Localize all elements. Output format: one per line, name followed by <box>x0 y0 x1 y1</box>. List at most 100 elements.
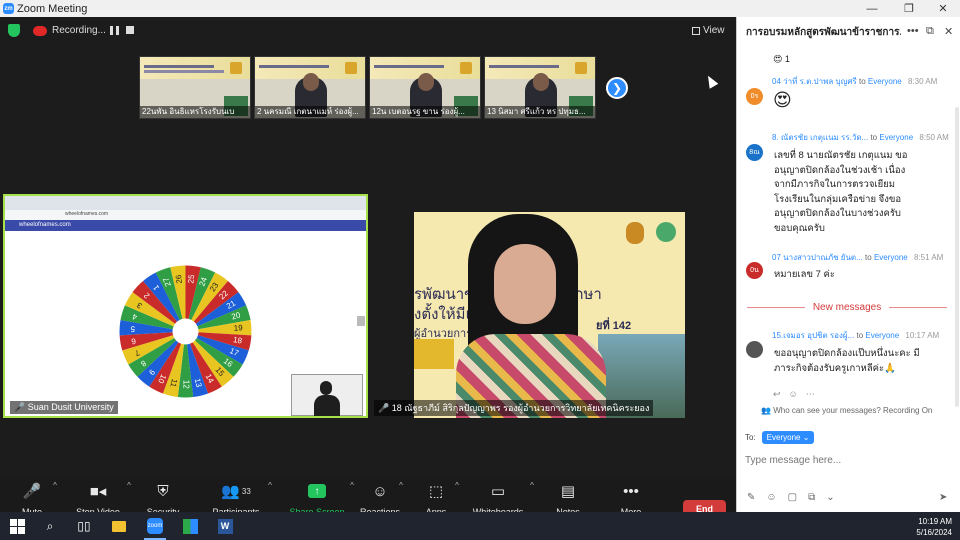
people-icon: 👥 <box>761 406 774 415</box>
send-icon[interactable]: ➤ <box>939 492 947 503</box>
participant-thumbnail[interactable]: 22นพัน อินธิแหรโรงรับนเบ <box>139 56 251 119</box>
chevron-up-icon: ^ <box>530 481 534 490</box>
chevron-up-icon: ^ <box>350 481 354 490</box>
new-messages-label: New messages <box>812 301 882 313</box>
participant-thumbnail[interactable]: 12น เบตอนรฐ ขาน ร่องผู้... <box>369 56 481 119</box>
participant-thumbnail[interactable]: 2 นครมณี เกตนาแมห์ ร่องผู้... <box>254 56 366 119</box>
message-reaction[interactable]: 😍 1 <box>773 54 790 65</box>
message-line: ขอบคุณครับ <box>774 222 825 234</box>
zoom-app: zm Zoom Meeting — ❐ ✕ Recording... View … <box>0 0 960 540</box>
file-explorer-icon[interactable] <box>110 517 128 535</box>
task-view-icon[interactable]: ▯▯ <box>75 517 93 535</box>
microphone-icon: 🎤 <box>22 483 42 500</box>
windows-start-icon[interactable] <box>8 517 26 535</box>
notes-icon: ▤ <box>560 483 576 500</box>
chat-panel: การอบรมหลักสูตรพัฒนาข้าราชการ... ••• ⧉ ✕… <box>736 17 960 512</box>
reply-icon[interactable]: ↩ <box>773 389 781 400</box>
message-recipient: Everyone <box>865 331 900 340</box>
grid-icon <box>692 26 700 35</box>
to-label: To: <box>745 433 756 442</box>
encryption-shield-icon[interactable] <box>8 24 20 37</box>
chevron-up-icon: ^ <box>127 481 131 490</box>
wheel-number: 26 <box>174 274 184 284</box>
chevron-up-icon: ^ <box>455 481 459 490</box>
search-icon[interactable]: ⌕ <box>41 517 59 535</box>
recording-cloud-icon <box>33 26 47 36</box>
avatar: 0ร <box>746 88 763 105</box>
share-screen-icon: ↑ <box>308 484 326 498</box>
site-name: wheelofnames.com <box>19 222 71 228</box>
speaker-video[interactable]: รพัฒนาข้าราช ทางการศึกษา งตั้งให้มีและเ … <box>370 194 715 418</box>
more-dots-icon[interactable]: ••• <box>907 25 919 37</box>
apps-icon: ⬚ <box>428 483 444 500</box>
message-time: 8:51 AM <box>913 253 944 262</box>
privacy-notice[interactable]: 👥 Who can see your messages? Recording O… <box>761 406 932 415</box>
message-to: to <box>856 331 864 340</box>
message-recipient: Everyone <box>867 77 902 86</box>
screenshot-icon[interactable]: ⧉ <box>808 492 815 503</box>
screen-share-video[interactable]: wheelofnames.com wheelofnames.com 24 23 22… <box>3 194 368 418</box>
taskbar-clock[interactable]: 10:19 AM 5/16/2024 <box>912 516 952 538</box>
message-text: ขออนุญาตปิดกล้องแป๊บหนึ่งนะคะ มี ภาระกิจ… <box>774 347 920 376</box>
add-reaction-icon[interactable]: ☺ <box>789 389 798 400</box>
share-presenter-name: 🎤 Suan Dusit University <box>10 401 118 414</box>
chevron-up-icon: ^ <box>268 481 272 490</box>
close-button[interactable]: ✕ <box>926 0 960 17</box>
spinner-wheel[interactable]: 24 2322212019181716151413121110987654321 2… <box>118 264 253 399</box>
chat-scrollbar[interactable] <box>955 107 959 407</box>
next-page-arrow-icon[interactable]: ❯ <box>606 77 628 99</box>
message-meta: 15.เจมอร อุปชิต รองผู้... to Everyone 10… <box>772 329 939 342</box>
site-header: wheelofnames.com <box>5 220 366 231</box>
format-text-icon[interactable]: ✎ <box>747 492 755 503</box>
zoom-taskbar-icon[interactable]: zoom <box>146 517 164 535</box>
message-meta: 8. ณัตรชัย เกตุแนม รร.วัด... to Everyone… <box>772 131 949 144</box>
emoji-icon[interactable]: ☺ <box>766 492 776 503</box>
app-grid-icon[interactable] <box>181 517 199 535</box>
browser-tab-bar <box>5 196 366 210</box>
more-dots-icon[interactable]: ⋯ <box>806 389 815 400</box>
chat-message-input[interactable] <box>745 451 950 469</box>
message-sender[interactable]: 04 ว่าที่ ร.ต.ปาพล บุญศรี <box>772 77 857 86</box>
message-line: อนุญาตปิดกล้องในบางช่วงครับ <box>774 208 901 219</box>
word-icon[interactable]: W <box>216 517 234 535</box>
pause-recording-button[interactable] <box>110 26 119 35</box>
browser-address-bar: wheelofnames.com <box>5 210 366 220</box>
heart-eyes-emoji-icon: 😍 <box>773 54 785 64</box>
minimize-button[interactable]: — <box>855 0 889 17</box>
participants-count: 33 <box>241 486 251 496</box>
smiley-plus-icon: ☺ <box>372 482 388 500</box>
recipient-dropdown[interactable]: Everyone ⌄ <box>761 431 815 444</box>
message-actions: ↩ ☺ ⋯ <box>773 389 815 400</box>
message-sender[interactable]: 07 นางสาวปาณภัช ยันต... <box>772 253 863 262</box>
file-icon[interactable]: ▢ <box>788 492 797 503</box>
participants-icon: 👥 33 <box>221 483 251 500</box>
whiteboard-icon: ▭ <box>490 483 506 500</box>
message-sender[interactable]: 15.เจมอร อุปชิต รองผู้... <box>772 331 854 340</box>
thumbnail-name: 22นพัน อินธิแหรโรงรับนเบ <box>140 106 250 118</box>
message-sender[interactable]: 8. ณัตรชัย เกตุแนม รร.วัด... <box>772 133 868 142</box>
privacy-label: Who can see your messages? Recording On <box>773 406 933 415</box>
new-messages-divider: New messages <box>747 301 948 313</box>
mic-muted-icon: 🎤 <box>378 403 392 413</box>
message-time: 8:50 AM <box>919 133 949 142</box>
stop-recording-button[interactable] <box>126 26 134 34</box>
avatar: 0น <box>746 262 763 279</box>
view-button[interactable]: View <box>692 25 725 36</box>
close-chat-icon[interactable]: ✕ <box>944 25 953 38</box>
participant-thumbnail[interactable]: 13 นิสมา ศรีแก้ว หร ปทุมธ... <box>484 56 596 119</box>
meeting-topbar: Recording... View <box>0 17 736 45</box>
avatar: 8ณ <box>746 144 763 161</box>
chevron-up-icon: ^ <box>53 481 57 490</box>
chevron-up-icon: ^ <box>399 481 403 490</box>
clock-date: 5/16/2024 <box>916 528 952 537</box>
pop-out-icon[interactable]: ⧉ <box>926 25 934 38</box>
message-meta: 04 ว่าที่ ร.ต.ปาพล บุญศรี to Everyone 8:… <box>772 75 937 88</box>
message-time: 10:17 AM <box>905 331 940 340</box>
wheel-side-handle <box>357 316 365 326</box>
maximize-button[interactable]: ❐ <box>892 0 926 17</box>
message-line: ขออนุญาตปิดกล้องแป๊บหนึ่งนะคะ มี <box>774 348 920 359</box>
chevron-down-icon[interactable]: ⌄ <box>826 492 834 503</box>
avatar <box>746 341 763 358</box>
wheel-center[interactable] <box>172 318 199 345</box>
message-line: เลขที่ 8 นายณัตรชัย เกตุแนม ขอ <box>774 150 908 161</box>
